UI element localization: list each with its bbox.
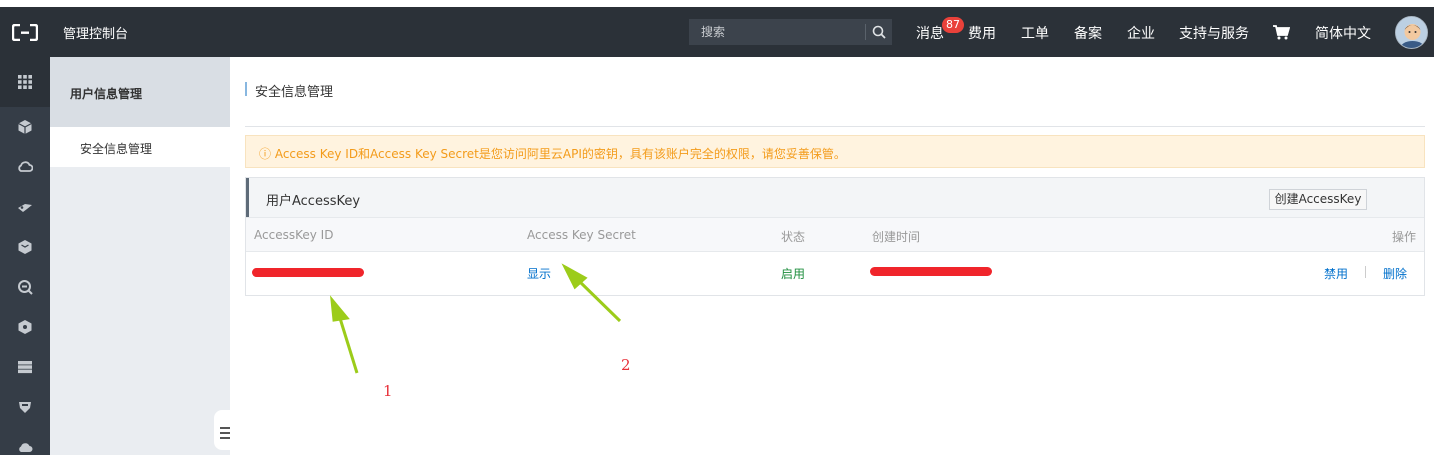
database-cube-icon[interactable] — [17, 239, 33, 255]
language-switch[interactable]: 简体中文 — [1315, 23, 1371, 43]
search-input[interactable] — [689, 19, 865, 45]
divider — [245, 126, 1425, 127]
delete-link[interactable]: 删除 — [1383, 265, 1407, 282]
annotation-arrow-1 — [330, 295, 359, 374]
accesskey-panel: 用户AccessKey 创建AccessKey AccessKey ID Acc… — [245, 177, 1425, 296]
shield-icon[interactable] — [17, 399, 33, 415]
nav-messages[interactable]: 消息 — [916, 23, 944, 43]
annotation-label-2: 2 — [621, 356, 631, 374]
nav-tickets[interactable]: 工单 — [1021, 23, 1049, 43]
page-title: 安全信息管理 — [255, 85, 334, 100]
alert-text: ⓘ Access Key ID和Access Key Secret是您访问阿里云… — [259, 147, 846, 161]
menu-collapse-handle[interactable] — [214, 410, 230, 450]
search-icon[interactable] — [866, 19, 892, 45]
column-header: 操作 — [1392, 230, 1417, 244]
grid-icon[interactable] — [17, 74, 33, 90]
console-title[interactable]: 管理控制台 — [63, 23, 128, 42]
warning-alert: ⓘ Access Key ID和Access Key Secret是您访问阿里云… — [245, 135, 1425, 168]
hamburger-icon-line — [220, 437, 230, 439]
column-header: Access Key Secret — [527, 228, 636, 242]
aliyun-logo-icon[interactable] — [12, 24, 38, 41]
redacted-create-time — [870, 267, 992, 276]
panel-title: 用户AccessKey — [266, 194, 361, 209]
disable-link[interactable]: 禁用 — [1324, 265, 1348, 282]
search-box — [689, 19, 892, 45]
column-header: 状态 — [781, 230, 806, 244]
column-header: AccessKey ID — [254, 228, 334, 242]
cube-icon[interactable] — [17, 119, 33, 135]
page-title-accent — [245, 82, 247, 96]
submenu-heading-label: 用户信息管理 — [70, 87, 143, 101]
submenu-item-security[interactable]: 安全信息管理 — [50, 127, 230, 167]
redacted-accesskey-id — [252, 268, 364, 277]
messages-badge: 87 — [942, 17, 964, 33]
nav-icp[interactable]: 备案 — [1074, 23, 1102, 43]
action-separator — [1365, 266, 1366, 278]
submenu-item-label: 安全信息管理 — [80, 142, 153, 156]
storage-icon[interactable] — [17, 359, 33, 375]
user-avatar[interactable] — [1395, 16, 1428, 49]
cloud-upload-icon[interactable] — [17, 439, 33, 455]
column-header: 创建时间 — [872, 230, 921, 244]
top-bar: 管理控制台 消息 87 费用 工单 备案 企业 支持与服务 简体中文 — [0, 0, 1434, 57]
security-cube-icon[interactable] — [17, 319, 33, 335]
table-header: AccessKey ID Access Key Secret 状态 创建时间 操… — [246, 217, 1424, 252]
annotation-label-1: 1 — [383, 382, 393, 400]
create-accesskey-button[interactable]: 创建AccessKey — [1269, 189, 1367, 210]
top-nav: 管理控制台 消息 87 费用 工单 备案 企业 支持与服务 简体中文 — [0, 7, 1434, 57]
avatar-face-icon — [1396, 17, 1427, 48]
icon-rail — [0, 57, 50, 455]
nav-billing[interactable]: 费用 — [968, 23, 996, 43]
network-icon[interactable] — [17, 199, 33, 215]
submenu: 用户信息管理 安全信息管理 — [50, 57, 230, 455]
rail-top — [0, 57, 50, 107]
cart-icon[interactable] — [1272, 24, 1290, 40]
nav-support[interactable]: 支持与服务 — [1179, 23, 1249, 43]
hamburger-icon — [220, 427, 230, 429]
status-enabled: 启用 — [781, 267, 806, 281]
cloud-link-icon[interactable] — [17, 159, 33, 175]
panel-header: 用户AccessKey 创建AccessKey — [246, 178, 1424, 217]
hamburger-icon-line — [220, 432, 230, 434]
show-secret-link[interactable]: 显示 — [527, 265, 551, 282]
submenu-heading: 用户信息管理 — [50, 57, 230, 127]
search-db-icon[interactable] — [17, 279, 33, 295]
nav-enterprise[interactable]: 企业 — [1127, 23, 1155, 43]
